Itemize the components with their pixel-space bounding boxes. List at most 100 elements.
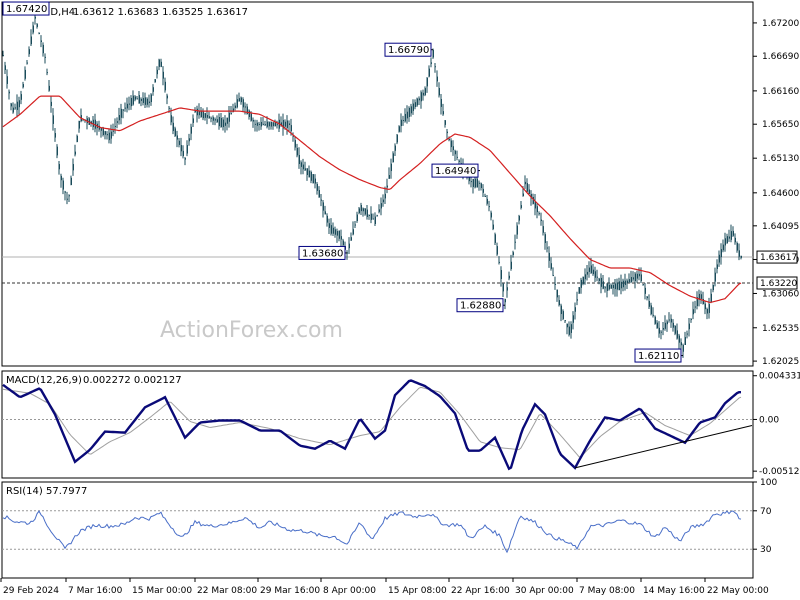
price-candle-body xyxy=(296,147,298,156)
chart-container: EURAUD,H4 1.63612 1.63683 1.63525 1.6361… xyxy=(0,0,800,600)
price-candle-body xyxy=(510,261,512,270)
price-candle-body xyxy=(142,98,144,103)
price-candle-body xyxy=(694,306,696,308)
annotation-label: 1.62880 xyxy=(460,301,501,312)
price-candle-body xyxy=(20,94,22,100)
price-candle-body xyxy=(556,289,558,298)
price-candle-body xyxy=(452,146,454,151)
price-candle-body xyxy=(14,107,16,109)
price-candle-body xyxy=(350,237,352,241)
price-candle-body xyxy=(230,113,232,115)
price-candle-body xyxy=(512,252,514,255)
price-candle-body xyxy=(674,325,676,334)
price-candle-body xyxy=(148,101,150,104)
price-candle-body xyxy=(718,254,720,263)
price-candle-body xyxy=(564,320,566,322)
price-candle-body xyxy=(24,69,26,79)
price-candle-body xyxy=(158,59,160,67)
price-candle-body xyxy=(514,241,516,243)
price-candle-body xyxy=(34,16,36,19)
price-candle-body xyxy=(242,99,244,108)
price-candle-body xyxy=(352,229,354,235)
price-candle-body xyxy=(364,208,366,215)
price-candle-body xyxy=(110,131,112,139)
price-candle-body xyxy=(684,337,686,345)
price-y-tick-label: 1.62535 xyxy=(762,324,799,334)
price-candle-body xyxy=(314,178,316,184)
price-candle-body xyxy=(186,145,188,154)
price-candle-body xyxy=(476,178,478,188)
price-candle-body xyxy=(724,238,726,246)
price-candle-body xyxy=(490,212,492,218)
price-candle-body xyxy=(160,61,162,67)
price-candle-body xyxy=(382,199,384,203)
macd-header-label: MACD(12,26,9) xyxy=(6,375,82,386)
price-candle-body xyxy=(144,97,146,105)
price-candle-body xyxy=(654,316,656,324)
rsi-header-values: 57.7977 xyxy=(46,486,87,497)
price-candle-body xyxy=(400,119,402,127)
price-candle-body xyxy=(134,96,136,100)
price-candle-body xyxy=(124,107,126,109)
price-y-tick-label: 1.63060 xyxy=(762,289,799,299)
price-candle-body xyxy=(222,119,224,128)
price-candle-body xyxy=(150,94,152,103)
price-candle-body xyxy=(310,171,312,181)
price-candle-body xyxy=(298,154,300,165)
price-candle-body xyxy=(580,279,582,288)
price-candle-body xyxy=(302,164,304,170)
price-candle-body xyxy=(502,283,504,292)
price-candle-body xyxy=(700,294,702,299)
price-y-tick-label: 1.64600 xyxy=(762,189,799,199)
price-candle-body xyxy=(218,117,220,127)
price-candle-body xyxy=(414,102,416,108)
price-candle-body xyxy=(76,135,78,142)
price-candle-body xyxy=(678,335,680,343)
price-candle-body xyxy=(430,62,432,64)
price-candle-body xyxy=(480,183,482,188)
price-candle-body xyxy=(688,323,690,330)
price-candle-body xyxy=(424,88,426,95)
price-candle-body xyxy=(338,230,340,239)
price-candle-body xyxy=(264,124,266,126)
price-candle-body xyxy=(398,126,400,132)
x-axis-tick-label: 15 Apr 08:00 xyxy=(388,586,447,596)
price-candle-body xyxy=(28,49,30,55)
price-candle-body xyxy=(50,101,52,107)
price-candle-body xyxy=(440,99,442,107)
price-candle-body xyxy=(482,188,484,193)
price-candle-body xyxy=(494,234,496,243)
price-candle-body xyxy=(584,274,586,280)
price-pane-frame xyxy=(1,1,754,367)
price-candle-body xyxy=(380,203,382,209)
price-candle-body xyxy=(146,98,148,105)
price-candle-body xyxy=(454,150,456,155)
price-candle-body xyxy=(386,185,388,188)
price-candle-body xyxy=(286,120,288,128)
price-candle-body xyxy=(18,100,20,108)
price-candle-body xyxy=(336,231,338,236)
price-candle-body xyxy=(300,162,302,167)
price-candle-body xyxy=(578,287,580,294)
price-candle-body xyxy=(610,284,612,289)
price-candle-body xyxy=(620,281,622,289)
price-candle-body xyxy=(734,237,736,243)
price-candle-body xyxy=(538,213,540,215)
price-candle-body xyxy=(690,318,692,320)
price-candle-body xyxy=(116,121,118,123)
price-candle-body xyxy=(16,101,18,110)
annotation-label: 1.63680 xyxy=(302,248,343,259)
price-candle-body xyxy=(504,299,506,303)
price-candle-body xyxy=(496,246,498,255)
price-candle-body xyxy=(542,226,544,233)
price-candle-body xyxy=(52,115,54,124)
price-candle-body xyxy=(554,283,556,285)
price-candle-body xyxy=(250,113,252,121)
price-candle-body xyxy=(732,230,734,236)
x-axis-tick-label: 7 Mar 16:00 xyxy=(68,586,123,596)
price-candle-body xyxy=(262,123,264,125)
price-candle-body xyxy=(446,131,448,134)
price-candle-body xyxy=(342,240,344,246)
price-candle-body xyxy=(22,84,24,88)
price-candle-body xyxy=(396,134,398,143)
